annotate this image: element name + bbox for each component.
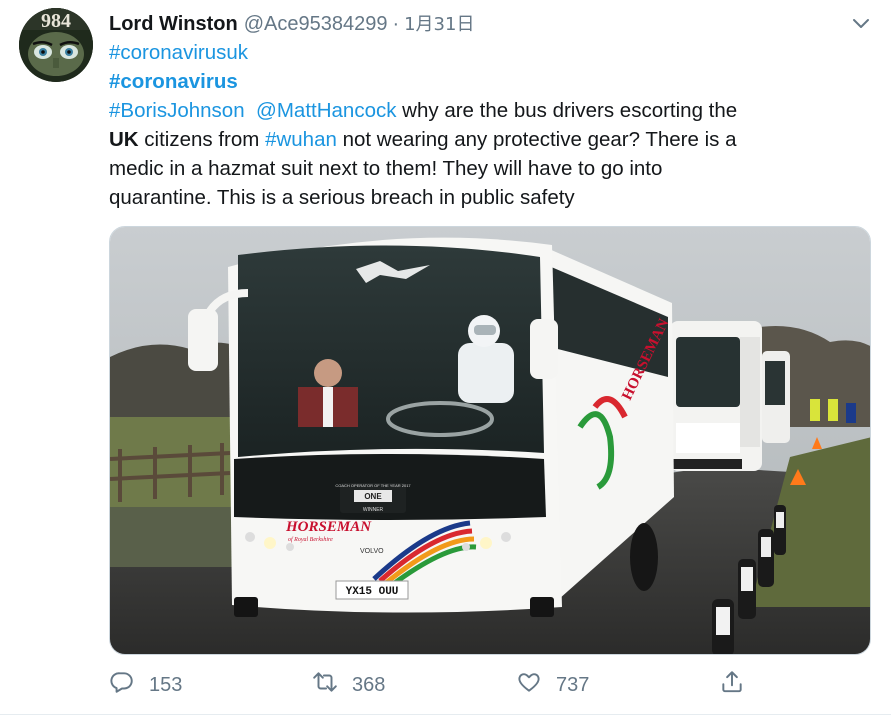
photo-grass-left [110, 417, 250, 507]
number-plate-text: YX15 OUU [346, 586, 399, 598]
tweet-text-segment: not wearing any protective gear? There i… [336, 128, 737, 151]
reply-icon [109, 669, 135, 701]
timestamp[interactable]: 1月31日 [404, 10, 474, 36]
user-handle[interactable]: @Ace95384299 [244, 13, 388, 36]
tweet-photo[interactable]: HORSEMAN COACH OPERATOR OF THE YEAR 2017… [109, 226, 871, 655]
hashtag-coronavirusuk[interactable]: #coronavirusuk [109, 41, 248, 64]
photo-mirror-right [530, 319, 558, 379]
hashtag-borisjohnson[interactable]: #BorisJohnson [109, 99, 245, 122]
tweet-text-segment: citizens from [138, 128, 266, 151]
front-brand-text: HORSEMAN [285, 519, 372, 535]
tweet-text-segment: quarantine. This is a serious breach in … [109, 186, 575, 209]
reply-button[interactable]: 153 [109, 670, 182, 700]
photo-coach-rear [762, 351, 790, 443]
tweet-line-4: UK citizens from #wuhan not wearing any … [109, 125, 869, 154]
award-mid-text: ONE [364, 492, 382, 501]
tweet-line-3: #BorisJohnson @MattHancock why are the b… [109, 96, 869, 125]
tweet-line-2: #coronavirus [109, 67, 869, 96]
photo-trees-left [110, 342, 250, 427]
tweet-text: #coronavirusuk #coronavirus #BorisJohnso… [109, 38, 869, 212]
photo-coach-middle [670, 321, 762, 471]
share-button[interactable] [719, 670, 745, 700]
tweet-header: Lord Winston @Ace95384299 · 1月31日 [109, 10, 474, 36]
award-bottom-text: WINNER [363, 507, 384, 513]
photo-mirror-left [188, 309, 218, 371]
tweet-line-6: quarantine. This is a serious breach in … [109, 183, 869, 212]
tweet: 984 Lord Winston @Ace95384299 · 1月31日 #c… [0, 0, 891, 718]
tweet-text-segment: medic in a hazmat suit next to them! The… [109, 157, 663, 180]
tweet-text-segment: why are the bus drivers escorting the [396, 99, 738, 122]
tweet-text-strong: UK [109, 128, 139, 151]
divider [0, 714, 891, 715]
like-button[interactable]: 737 [516, 670, 589, 700]
tweet-line-5: medic in a hazmat suit next to them! The… [109, 154, 869, 183]
retweet-icon [312, 669, 338, 701]
front-brand-subtext: of Royal Berkshire [288, 536, 333, 543]
retweet-count: 368 [352, 673, 386, 696]
hashtag-wuhan[interactable]: #wuhan [265, 128, 337, 151]
hashtag-coronavirus[interactable]: #coronavirus [109, 70, 238, 93]
tweet-line-1: #coronavirusuk [109, 38, 869, 67]
chevron-down-icon[interactable] [850, 12, 872, 34]
avatar-lettering: 984 [41, 10, 71, 32]
retweet-button[interactable]: 368 [312, 670, 385, 700]
separator-dot: · [392, 13, 400, 35]
reply-count: 153 [149, 673, 183, 696]
display-name[interactable]: Lord Winston [109, 13, 238, 36]
mention-matthancock[interactable]: @MattHancock [256, 99, 396, 122]
like-icon [516, 669, 542, 701]
tweet-actions: 153 368 737 [109, 670, 749, 700]
share-icon [719, 669, 745, 701]
photo-coach-main: HORSEMAN COACH OPERATOR OF THE YEAR 2017… [188, 237, 674, 617]
like-count: 737 [556, 673, 590, 696]
volvo-badge: VOLVO [360, 548, 384, 555]
award-top-text: COACH OPERATOR OF THE YEAR 2017 [335, 483, 411, 488]
avatar[interactable]: 984 [19, 8, 93, 82]
